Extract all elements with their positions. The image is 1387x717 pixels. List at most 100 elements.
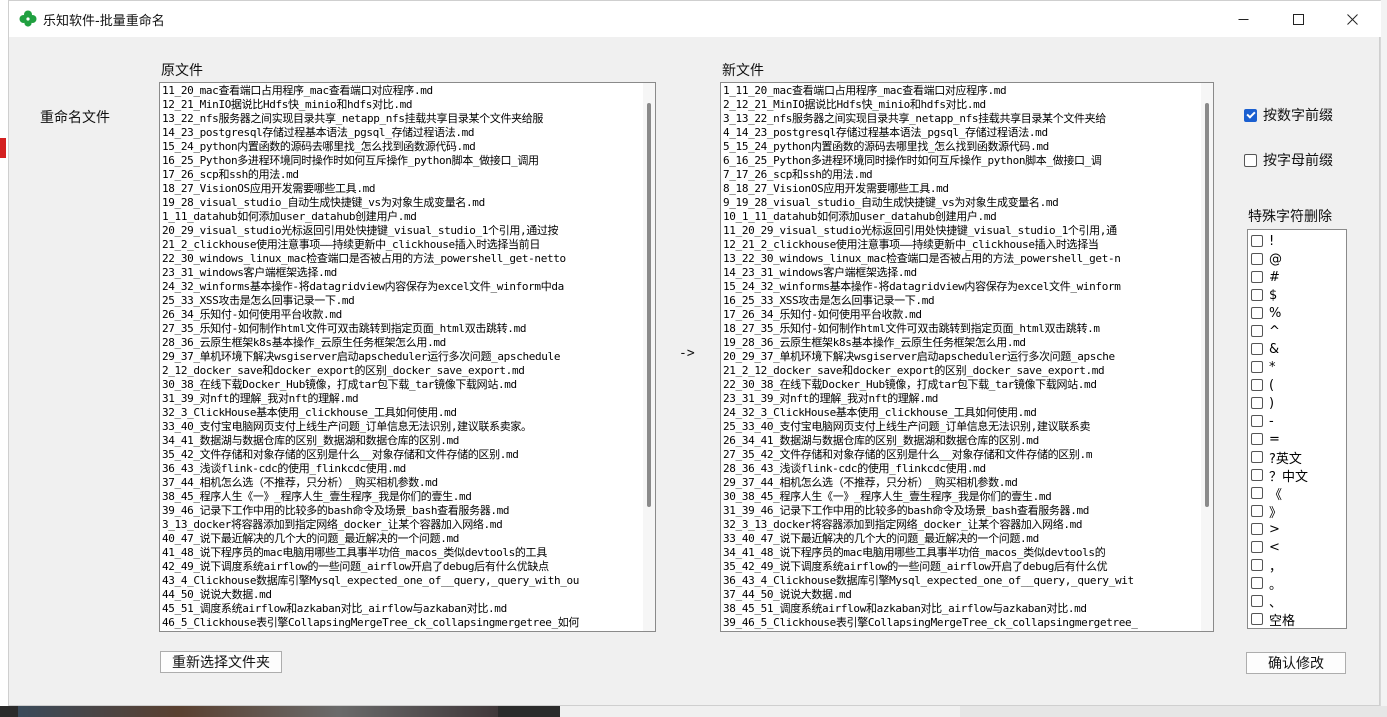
original-file-item[interactable]: 12_21_MinIO据说比Hdfs快_minio和hdfs对比.md — [162, 98, 655, 112]
special-char-checkbox[interactable] — [1251, 451, 1263, 463]
new-file-item[interactable]: 15_24_32_winforms基本操作-将datagridview内容保存为… — [723, 280, 1213, 294]
new-files-list[interactable]: 1_11_20_mac查看端口占用程序_mac查看端口对应程序.md 2_12_2… — [720, 82, 1214, 632]
special-char-option[interactable]: 》 — [1251, 502, 1346, 521]
original-file-item[interactable]: 22_30_windows_linux_mac检查端口是否被占用的方法_powe… — [162, 252, 655, 266]
original-file-item[interactable]: 1_11_datahub如何添加user_datahub创建用户.md — [162, 210, 655, 224]
special-char-checkbox[interactable] — [1251, 235, 1263, 247]
original-file-item[interactable]: 35_42_文件存储和对象存储的区别是什么__对象存储和文件存储的区别.md — [162, 448, 655, 462]
original-list-scrollbar[interactable] — [643, 83, 655, 631]
new-file-item[interactable]: 30_38_45_程序人生《一》_程序人生_壹生程序_我是你们的壹生.md — [723, 490, 1213, 504]
special-char-option[interactable]: ？中文 — [1251, 466, 1346, 485]
original-file-item[interactable]: 34_41_数据湖与数据仓库的区别_数据湖和数据仓库的区别.md — [162, 434, 655, 448]
new-file-item[interactable]: 37_44_50_说说大数据.md — [723, 588, 1213, 602]
original-file-item[interactable]: 39_46_记录下工作中用的比较多的bash命令及场景_bash查看服务器.md — [162, 504, 655, 518]
new-file-item[interactable]: 14_23_31_windows客户端框架选择.md — [723, 266, 1213, 280]
special-char-option[interactable]: $ — [1251, 286, 1346, 304]
special-char-option[interactable]: < — [1251, 538, 1346, 556]
special-char-checkbox[interactable] — [1251, 541, 1263, 553]
original-file-item[interactable]: 38_45_程序人生《一》_程序人生_壹生程序_我是你们的壹生.md — [162, 490, 655, 504]
special-char-checkbox[interactable] — [1251, 469, 1263, 481]
original-file-item[interactable]: 37_44_相机怎么选（不推荐，只分析）_购买相机参数.md — [162, 476, 655, 490]
special-char-checkbox[interactable] — [1251, 271, 1263, 283]
special-char-checkbox[interactable] — [1251, 307, 1263, 319]
special-char-option[interactable]: - — [1251, 412, 1346, 430]
new-file-item[interactable]: 6_16_25_Python多进程环境同时操作时如何互斥操作_python脚本_… — [723, 154, 1213, 168]
special-char-option[interactable]: @ — [1251, 250, 1346, 268]
new-file-item[interactable]: 26_34_41_数据湖与数据仓库的区别_数据湖和数据仓库的区别.md — [723, 434, 1213, 448]
original-file-item[interactable]: 36_43_浅谈flink-cdc的使用_flinkcdc使用.md — [162, 462, 655, 476]
title-bar[interactable]: 乐知软件-批量重命名 — [9, 1, 1381, 37]
original-file-item[interactable]: 32_3_ClickHouse基本使用_clickhouse_工具如何使用.md — [162, 406, 655, 420]
close-button[interactable] — [1329, 1, 1375, 37]
new-file-item[interactable]: 18_27_35_乐知付-如何制作html文件可双击跳转到指定页面_html双击… — [723, 322, 1213, 336]
minimize-button[interactable] — [1220, 1, 1266, 37]
special-char-checkbox[interactable] — [1251, 289, 1263, 301]
new-file-item[interactable]: 8_18_27_VisionOS应用开发需要哪些工具.md — [723, 182, 1213, 196]
special-char-checkbox[interactable] — [1251, 487, 1263, 499]
reselect-folder-button[interactable]: 重新选择文件夹 — [160, 651, 282, 673]
original-file-item[interactable]: 27_35_乐知付-如何制作html文件可双击跳转到指定页面_html双击跳转.… — [162, 322, 655, 336]
special-char-option[interactable]: ) — [1251, 394, 1346, 412]
original-file-item[interactable]: 19_28_visual_studio_自动生成快捷键_vs为对象生成变量名.m… — [162, 196, 655, 210]
new-file-item[interactable]: 38_45_51_调度系统airflow和azkaban对比_airflow与a… — [723, 602, 1213, 616]
new-file-item[interactable]: 23_31_39_对nft的理解_我对nft的理解.md — [723, 392, 1213, 406]
special-char-checkbox[interactable] — [1251, 523, 1263, 535]
special-char-option[interactable]: ?英文 — [1251, 448, 1346, 467]
new-file-item[interactable]: 21_2_12_docker_save和docker_export的区别_doc… — [723, 364, 1213, 378]
new-file-item[interactable]: 12_21_2_clickhouse使用注意事项——持续更新中_clickhou… — [723, 238, 1213, 252]
special-char-option[interactable]: 、 — [1251, 592, 1346, 611]
original-file-item[interactable]: 33_40_支付宝电脑网页支付上线生产问题_订单信息无法识别,建议联系卖家。 — [162, 420, 655, 434]
new-file-item[interactable]: 13_22_30_windows_linux_mac检查端口是否被占用的方法_p… — [723, 252, 1213, 266]
original-list-scroll-thumb[interactable] — [647, 103, 651, 507]
special-char-checkbox[interactable] — [1251, 325, 1263, 337]
original-file-item[interactable]: 3_13_docker将容器添加到指定网络_docker_让某个容器加入网络.m… — [162, 518, 655, 532]
special-char-option[interactable]: = — [1251, 430, 1346, 448]
new-file-item[interactable]: 25_33_40_支付宝电脑网页支付上线生产问题_订单信息无法识别,建议联系卖 — [723, 420, 1213, 434]
new-file-item[interactable]: 36_43_4_Clickhouse数据库引擎Mysql_expected_on… — [723, 574, 1213, 588]
original-file-item[interactable]: 16_25_Python多进程环境同时操作时如何互斥操作_python脚本_做接… — [162, 154, 655, 168]
new-file-item[interactable]: 28_36_43_浅谈flink-cdc的使用_flinkcdc使用.md — [723, 462, 1213, 476]
new-file-item[interactable]: 39_46_5_Clickhouse表引擎CollapsingMergeTree… — [723, 616, 1213, 630]
special-char-option[interactable]: ， — [1251, 556, 1346, 575]
original-file-item[interactable]: 13_22_nfs服务器之间实现目录共享_netapp_nfs挂载共享目录某个文… — [162, 112, 655, 126]
new-file-item[interactable]: 5_15_24_python内置函数的源码去哪里找_怎么找到函数源代码.md — [723, 140, 1213, 154]
new-file-item[interactable]: 7_17_26_scp和ssh的用法.md — [723, 168, 1213, 182]
special-char-checkbox[interactable] — [1251, 379, 1263, 391]
new-file-item[interactable]: 3_13_22_nfs服务器之间实现目录共享_netapp_nfs挂载共享目录某… — [723, 112, 1213, 126]
special-char-option[interactable]: ( — [1251, 376, 1346, 394]
new-file-item[interactable]: 27_35_42_文件存储和对象存储的区别是什么__对象存储和文件存储的区别.m — [723, 448, 1213, 462]
new-file-item[interactable]: 33_40_47_说下最近解决的几个大的问题_最近解决的一个问题.md — [723, 532, 1213, 546]
special-char-checkbox[interactable] — [1251, 415, 1263, 427]
special-char-option[interactable]: ! — [1251, 232, 1346, 250]
special-char-checkbox[interactable] — [1251, 433, 1263, 445]
special-char-checkbox[interactable] — [1251, 397, 1263, 409]
special-char-option[interactable]: 《 — [1251, 484, 1346, 503]
special-char-option[interactable]: > — [1251, 520, 1346, 538]
new-file-item[interactable]: 32_3_13_docker将容器添加到指定网络_docker_让某个容器加入网… — [723, 518, 1213, 532]
new-file-item[interactable]: 20_29_37_单机环境下解决wsgiserver启动apscheduler运… — [723, 350, 1213, 364]
new-file-item[interactable]: 29_37_44_相机怎么选（不推荐，只分析）_购买相机参数.md — [723, 476, 1213, 490]
new-file-item[interactable]: 10_1_11_datahub如何添加user_datahub创建用户.md — [723, 210, 1213, 224]
original-file-item[interactable]: 15_24_python内置函数的源码去哪里找_怎么找到函数源代码.md — [162, 140, 655, 154]
special-char-checkbox[interactable] — [1251, 577, 1263, 589]
original-file-item[interactable]: 2_12_docker_save和docker_export的区别_docker… — [162, 364, 655, 378]
special-char-checkbox[interactable] — [1251, 343, 1263, 355]
special-char-option[interactable]: & — [1251, 340, 1346, 358]
special-char-checkbox[interactable] — [1251, 505, 1263, 517]
maximize-button[interactable] — [1275, 1, 1321, 37]
new-file-item[interactable]: 19_28_36_云原生框架k8s基本操作_云原生任务框架怎么用.md — [723, 336, 1213, 350]
original-file-item[interactable]: 20_29_visual_studio光标返回引用处快捷键_visual_stu… — [162, 224, 655, 238]
new-file-item[interactable]: 9_19_28_visual_studio_自动生成快捷键_vs为对象生成变量名… — [723, 196, 1213, 210]
original-file-item[interactable]: 24_32_winforms基本操作-将datagridview内容保存为exc… — [162, 280, 655, 294]
new-list-scroll-thumb[interactable] — [1205, 103, 1209, 507]
special-char-option[interactable]: % — [1251, 304, 1346, 322]
new-file-item[interactable]: 1_11_20_mac查看端口占用程序_mac查看端口对应程序.md — [723, 84, 1213, 98]
original-file-item[interactable]: 11_20_mac查看端口占用程序_mac查看端口对应程序.md — [162, 84, 655, 98]
original-file-item[interactable]: 23_31_windows客户端框架选择.md — [162, 266, 655, 280]
original-file-item[interactable]: 17_26_scp和ssh的用法.md — [162, 168, 655, 182]
original-file-item[interactable]: 28_36_云原生框架k8s基本操作_云原生任务框架怎么用.md — [162, 336, 655, 350]
special-char-checkbox[interactable] — [1251, 253, 1263, 265]
special-char-option[interactable]: 。 — [1251, 574, 1346, 593]
original-file-item[interactable]: 31_39_对nft的理解_我对nft的理解.md — [162, 392, 655, 406]
original-file-item[interactable]: 26_34_乐知付-如何使用平台收款.md — [162, 308, 655, 322]
